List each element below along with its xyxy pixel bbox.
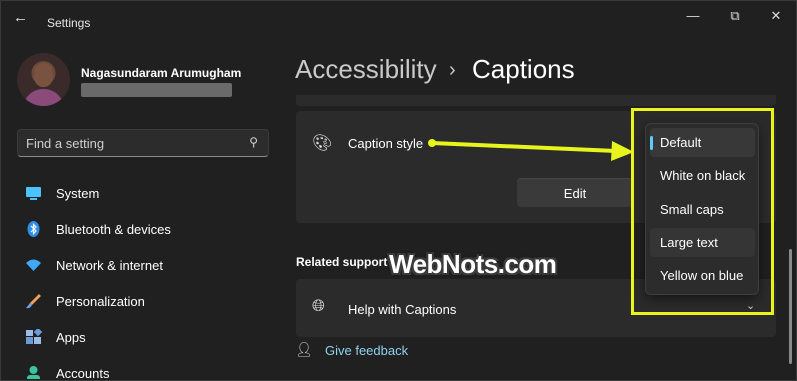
sidebar-item-label: System [56, 186, 100, 201]
sidebar-item-network[interactable]: Network & internet [17, 249, 267, 281]
help-with-captions-label: Help with Captions [348, 302, 457, 317]
back-arrow-icon[interactable]: ← [13, 10, 33, 26]
annotation-highlight-box [631, 108, 774, 315]
account-icon [27, 366, 40, 379]
scrollbar[interactable] [789, 249, 792, 364]
app-title: Settings [47, 16, 91, 30]
sidebar-item-label: Accounts [56, 366, 110, 379]
user-name: Nagasundaram Arumugham [81, 66, 242, 80]
bluetooth-icon [27, 221, 40, 237]
globe-icon: 🌐︎ [312, 298, 325, 315]
avatar[interactable] [17, 53, 70, 106]
user-email-redacted [81, 83, 232, 97]
watermark-logo: WebNots.com [389, 249, 557, 279]
avatar-face [34, 63, 53, 87]
brush-icon [26, 294, 41, 309]
sidebar-item-accounts[interactable]: Accounts [17, 357, 267, 379]
related-support-heading: Related support [296, 255, 388, 269]
monitor-icon [26, 187, 41, 200]
title-bar: ← Settings — ⧉ ✕ [1, 1, 797, 35]
sidebar-item-apps[interactable]: Apps [17, 321, 267, 353]
give-feedback-link[interactable]: Give feedback [325, 343, 408, 358]
settings-window: ← Settings — ⧉ ✕ Nagasundaram Arumugham … [0, 0, 797, 381]
sidebar-item-label: Bluetooth & devices [56, 222, 171, 237]
sidebar-item-bluetooth[interactable]: Bluetooth & devices [17, 213, 267, 245]
sidebar-item-personalization[interactable]: Personalization [17, 285, 267, 317]
sidebar-item-system[interactable]: System [17, 177, 267, 209]
search-icon[interactable]: ⚲ [249, 135, 258, 149]
edit-button[interactable]: Edit [517, 178, 633, 207]
sidebar-item-label: Personalization [56, 294, 145, 309]
palette-icon: 🎨︎ [312, 135, 333, 152]
sidebar-item-label: Apps [56, 330, 86, 345]
caption-style-label: Caption style [348, 136, 424, 151]
page-title: Captions [472, 54, 575, 84]
annotation-arrow-icon [428, 139, 634, 161]
avatar-shirt [23, 89, 64, 106]
wifi-icon [26, 259, 41, 271]
search-input[interactable] [26, 135, 236, 151]
apps-icon [26, 329, 42, 344]
breadcrumb-parent[interactable]: Accessibility [295, 54, 437, 85]
maximize-button[interactable]: ⧉ [723, 7, 747, 25]
preview-card-bottom [296, 95, 776, 106]
breadcrumb-separator: › [449, 59, 456, 81]
feedback-icon: 👤︎ [295, 341, 313, 357]
search-box[interactable]: ⚲ [17, 129, 269, 157]
minimize-button[interactable]: — [681, 7, 705, 25]
close-button[interactable]: ✕ [764, 7, 788, 25]
sidebar-item-label: Network & internet [56, 258, 163, 273]
